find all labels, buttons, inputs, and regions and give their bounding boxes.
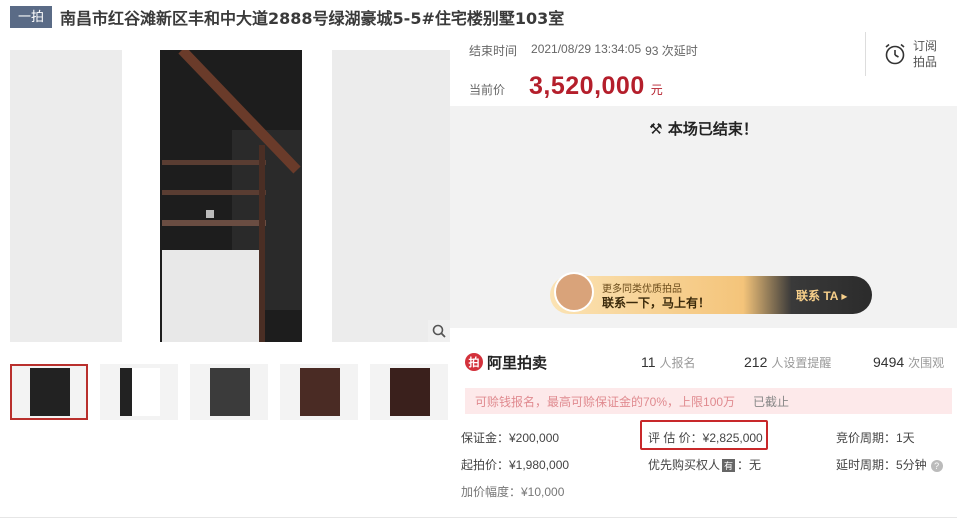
delay-cycle-text: 延时周期：5分钟 [836,458,927,472]
end-time-label: 结束时间 [469,44,518,58]
priority-buyer-label: 优先购买权人 [648,458,721,472]
contact-button[interactable]: 联系 TA ▸ [796,287,847,304]
image-gallery[interactable] [10,50,450,342]
subscribe-label: 订阅拍品 [913,39,938,69]
priority-tag: 有 [722,459,736,473]
auction-round-badge: 一拍 [10,6,53,28]
appraisal-price: 评 估 价：¥2,825,000 [648,431,763,445]
bid-increment: 加价幅度：¥10,000 [461,485,565,499]
current-price-label: 当前价 [469,83,506,97]
credit-deposit-text: 可赊钱报名，最高可赊保证金的70%，上限100万 [475,394,736,409]
deposit: 保证金：¥200,000 [461,431,560,445]
end-time-row: 结束时间 2021/08/29 13:34:05 93 次延时 [469,42,698,59]
registered-number: 11 [641,353,656,370]
alarm-clock-icon [885,43,905,65]
delay-cycle: 延时周期：5分钟? [836,456,943,473]
priority-buyer-value: ：无 [737,458,762,472]
main-photo[interactable] [122,50,332,342]
end-time-value: 2021/08/29 13:34:05 [531,42,642,56]
zoom-button[interactable] [428,320,450,342]
view-label: 次围观 [908,355,945,370]
registered-count: 11 人报名 [641,354,696,371]
logo-icon: 拍 [465,353,483,371]
gavel-icon: ⚒ [649,120,668,138]
divider [0,517,957,518]
divider [865,32,866,76]
credit-deposit-status: 已截止 [753,394,790,409]
ali-auction-logo: 拍 阿里拍卖 [465,352,547,373]
thumbnail[interactable] [370,364,448,420]
view-count: 9494 次围观 [873,354,944,371]
logo-text: 阿里拍卖 [487,353,548,372]
page-title: 南昌市红谷滩新区丰和中大道2888号绿湖豪城5-5#住宅楼别墅103室 [60,9,565,28]
current-price: 3,520,000 [529,72,645,100]
starting-price: 起拍价：¥1,980,000 [461,458,570,472]
thumbnail-strip [10,364,448,420]
priority-buyer: 优先购买权人有：无 [648,456,761,473]
currency-unit: 元 [650,83,663,97]
gallery-side-left [10,50,122,342]
gallery-side-right [332,50,450,342]
thumbnail[interactable] [280,364,358,420]
magnifier-icon [432,324,446,338]
registered-label: 人报名 [659,355,696,370]
reminder-count: 212 人设置提醒 [744,354,831,371]
agent-avatar [554,272,594,312]
auction-status-box: ⚒ 本场已结束！ 更多同类优质拍品 联系一下，马上有！ 联系 TA ▸ [450,106,957,328]
promo-subtitle: 更多同类优质拍品 [602,284,682,295]
auction-ended-text: ⚒ 本场已结束！ [450,118,957,139]
credit-deposit-notice: 可赊钱报名，最高可赊保证金的70%，上限100万 已截止 [465,388,952,414]
thumbnail[interactable] [190,364,268,420]
reminder-label: 人设置提醒 [771,355,832,370]
help-icon[interactable]: ? [930,459,943,472]
promo-banner[interactable]: 更多同类优质拍品 联系一下，马上有！ 联系 TA ▸ [550,272,872,314]
auction-ended-label: 本场已结束！ [667,120,758,138]
promo-headline: 联系一下，马上有！ [602,296,711,310]
stats-row: 拍 阿里拍卖 11 人报名 212 人设置提醒 9494 次围观 [465,350,957,374]
current-price-row: 当前价 3,520,000 元 [469,72,663,101]
title-bar: 一拍 南昌市红谷滩新区丰和中大道2888号绿湖豪城5-5#住宅楼别墅103室 [10,4,564,30]
thumbnail[interactable] [10,364,88,420]
bid-cycle: 竞价周期：1天 [836,431,915,445]
delay-count: 93 次延时 [645,44,698,58]
view-number: 9494 [873,353,905,370]
thumbnail[interactable] [100,364,178,420]
reminder-number: 212 [744,353,768,370]
subscribe-button[interactable]: 订阅拍品 [883,38,943,70]
